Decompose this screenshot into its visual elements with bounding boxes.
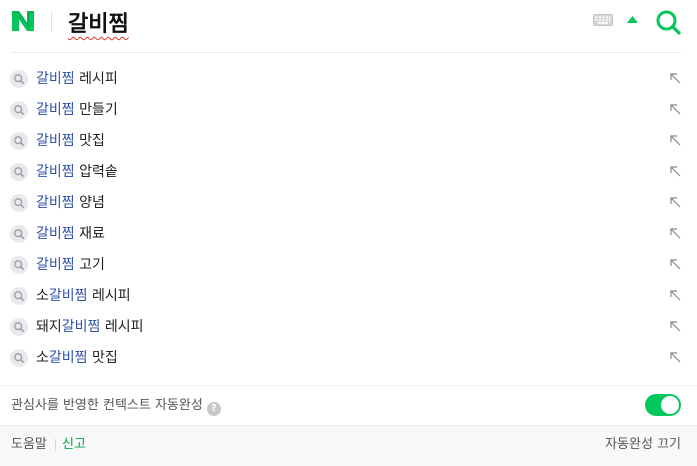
search-button-icon[interactable] [655,9,681,35]
suggestion-match-highlight: 갈비찜 [36,195,75,211]
fill-query-arrow-icon[interactable] [670,321,681,332]
fill-query-arrow-icon[interactable] [670,166,681,177]
fill-query-arrow-icon[interactable] [670,290,681,301]
suggestion-match-highlight: 갈비찜 [36,257,75,273]
suggestion-suffix: 재료 [74,226,105,242]
help-question-icon[interactable]: ? [206,402,221,416]
suggestion-item[interactable]: 갈비찜 레시피 [0,63,697,94]
suggestion-suffix: 레시피 [100,319,144,335]
suggestion-item[interactable]: 갈비찜 만들기 [0,94,697,125]
suggestion-text: 갈비찜 만들기 [36,101,118,119]
suggestion-prefix: 소 [36,288,49,304]
context-autocomplete-label: 관심사를 반영한 컨텍스트 자동완성? [11,397,221,416]
suggestion-match-highlight: 갈비찜 [36,102,75,118]
search-suggestion-icon [10,287,28,305]
suggestion-text: 돼지갈비찜 레시피 [36,318,144,336]
search-suggestion-icon [10,194,28,212]
suggestion-match-highlight: 갈비찜 [36,71,75,87]
search-suggestion-icon [10,70,28,88]
footer-separator [55,439,56,451]
suggestion-suffix: 양념 [74,195,105,211]
fill-query-arrow-icon[interactable] [670,104,681,115]
suggestion-suffix: 레시피 [74,71,118,87]
suggestion-item[interactable]: 소갈비찜 레시피 [0,280,697,311]
search-suggestion-icon [10,256,28,274]
fill-query-arrow-icon[interactable] [670,135,681,146]
suggestion-match-highlight: 갈비찜 [48,288,88,304]
suggestion-suffix: 맛집 [74,133,105,149]
suggestion-suffix: 고기 [74,257,105,273]
suggestion-item[interactable]: 갈비찜 압력솥 [0,156,697,187]
suggestion-text: 갈비찜 레시피 [36,70,118,88]
header-divider [51,10,52,32]
suggestion-match-highlight: 갈비찜 [36,164,75,180]
suggestion-item[interactable]: 갈비찜 고기 [0,249,697,280]
search-suggestion-icon [10,225,28,243]
fill-query-arrow-icon[interactable] [670,197,681,208]
suggestion-match-highlight: 갈비찜 [36,226,75,242]
header-divider-line [11,52,681,53]
suggestion-text: 갈비찜 고기 [36,256,105,274]
suggestion-match-highlight: 갈비찜 [36,133,75,149]
suggestion-suffix: 레시피 [87,288,131,304]
naver-logo-icon[interactable] [11,10,35,32]
suggestion-suffix: 만들기 [74,102,118,118]
search-suggestion-icon [10,318,28,336]
suggestion-text: 소갈비찜 레시피 [36,287,131,305]
fill-query-arrow-icon[interactable] [670,352,681,363]
help-link[interactable]: 도움말 [11,436,47,454]
suggestion-match-highlight: 갈비찜 [61,319,101,335]
suggestion-item[interactable]: 소갈비찜 맛집 [0,342,697,373]
search-header: 갈비찜 [0,0,697,52]
suggestion-item[interactable]: 갈비찜 맛집 [0,125,697,156]
toggle-knob [661,396,679,414]
autocomplete-footer: 도움말 신고 자동완성 끄기 [0,425,697,466]
suggestion-item[interactable]: 갈비찜 양념 [0,187,697,218]
fill-query-arrow-icon[interactable] [670,73,681,84]
search-suggestion-icon [10,132,28,150]
search-suggestion-icon [10,349,28,367]
context-autocomplete-text: 관심사를 반영한 컨텍스트 자동완성 [11,398,203,413]
report-link[interactable]: 신고 [62,436,86,454]
suggestion-match-highlight: 갈비찜 [48,350,88,366]
keyboard-icon[interactable] [593,14,613,26]
suggestion-text: 갈비찜 재료 [36,225,105,243]
fill-query-arrow-icon[interactable] [670,259,681,270]
suggestion-text: 갈비찜 맛집 [36,132,105,150]
search-suggestion-icon [10,163,28,181]
suggestion-prefix: 돼지 [36,319,62,335]
suggestion-prefix: 소 [36,350,49,366]
search-query-input[interactable]: 갈비찜 [68,6,129,38]
suggestion-item[interactable]: 갈비찜 재료 [0,218,697,249]
suggestion-item[interactable]: 돼지갈비찜 레시피 [0,311,697,342]
context-autocomplete-bar: 관심사를 반영한 컨텍스트 자동완성? [0,385,697,426]
context-autocomplete-toggle[interactable] [645,394,681,416]
autocomplete-off-button[interactable]: 자동완성 끄기 [605,436,681,454]
suggestion-suffix: 압력솥 [74,164,118,180]
collapse-arrow-icon[interactable] [627,16,638,23]
suggestion-text: 갈비찜 압력솥 [36,163,118,181]
autocomplete-suggestion-list: 갈비찜 레시피 갈비찜 만들기 갈비찜 맛집 갈비찜 압력솥 갈비찜 양념 갈비찜 재료 갈… [0,63,697,373]
suggestion-text: 소갈비찜 맛집 [36,349,118,367]
search-suggestion-icon [10,101,28,119]
suggestion-text: 갈비찜 양념 [36,194,105,212]
suggestion-suffix: 맛집 [87,350,118,366]
fill-query-arrow-icon[interactable] [670,228,681,239]
